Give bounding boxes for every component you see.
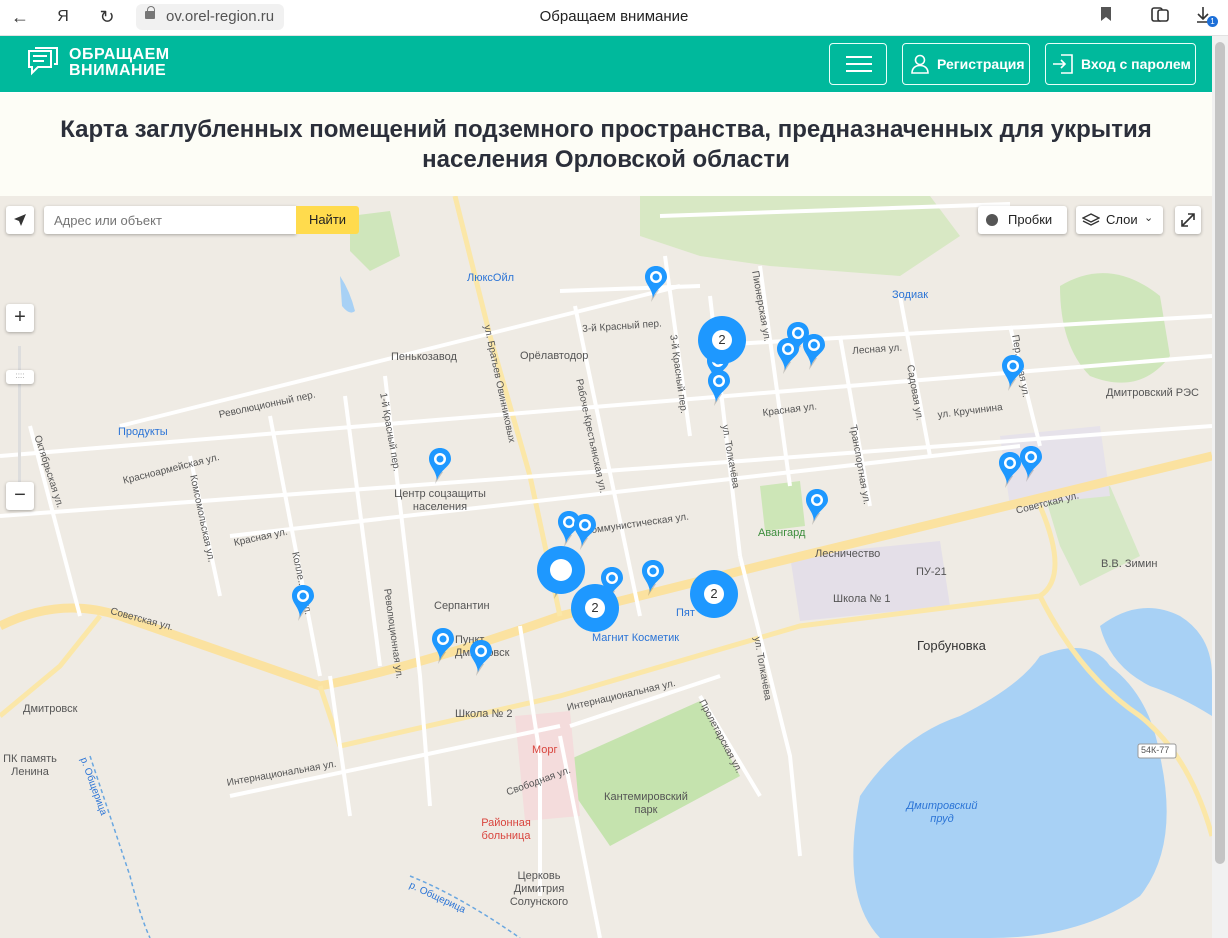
poi-school2[interactable]: Школа № 2 bbox=[455, 708, 512, 720]
fullscreen-button[interactable] bbox=[1175, 206, 1201, 234]
poi-pamyat[interactable]: ПК память Ленина bbox=[0, 753, 60, 779]
shelter-placemark-icon[interactable] bbox=[643, 264, 671, 304]
lock-icon bbox=[145, 6, 155, 19]
shelter-placemark-icon[interactable] bbox=[572, 512, 600, 552]
traffic-button[interactable]: Пробки bbox=[978, 206, 1067, 234]
poi-vv-zimin[interactable]: В.В. Зимин bbox=[1101, 558, 1157, 570]
poi-avangard[interactable]: Авангард bbox=[758, 527, 805, 539]
page-title: Карта заглубленных помещений подземного … bbox=[60, 116, 1152, 173]
bookmark-icon[interactable] bbox=[1100, 6, 1112, 27]
shelter-placemark-icon[interactable] bbox=[1018, 444, 1046, 484]
address-bar[interactable]: ov.orel-region.ru bbox=[136, 4, 285, 30]
label-pond: Дмитровский пруд bbox=[906, 800, 978, 825]
traffic-icon bbox=[986, 214, 998, 226]
poi-pyat[interactable]: Пят bbox=[676, 607, 695, 619]
map-search-input[interactable] bbox=[44, 206, 296, 234]
poi-lyuksoil[interactable]: ЛюксОйл bbox=[467, 272, 514, 284]
register-label: Регистрация bbox=[937, 56, 1025, 72]
menu-line bbox=[846, 63, 872, 65]
shelter-placemark-icon[interactable] bbox=[775, 336, 803, 376]
extensions-icon[interactable] bbox=[1150, 6, 1170, 29]
menu-line bbox=[846, 70, 872, 72]
poi-penkozavod[interactable]: Пенькозавод bbox=[391, 351, 457, 363]
road-badge: 54К-77 bbox=[1141, 745, 1170, 755]
poi-church[interactable]: Церковь Димитрия Солунского bbox=[504, 870, 574, 909]
poi-produkty[interactable]: Продукты bbox=[118, 426, 168, 438]
place-gorbunovka: Горбуновка bbox=[917, 638, 986, 653]
download-count-badge: 1 bbox=[1207, 16, 1218, 27]
geolocation-button[interactable] bbox=[6, 206, 34, 234]
yandex-browser-icon[interactable]: Я bbox=[50, 5, 76, 29]
site-header: ОБРАЩАЕМ ВНИМАНИЕ Регистрация Вход с пар… bbox=[0, 36, 1212, 92]
shelter-placemark-icon[interactable] bbox=[706, 368, 734, 408]
zoom-slider-track[interactable] bbox=[18, 346, 21, 492]
poi-dmitrovsky-res[interactable]: Дмитровский РЭС bbox=[1106, 387, 1199, 399]
poi-zodiak[interactable]: Зодиак bbox=[892, 289, 928, 301]
cluster-count: 2 bbox=[585, 598, 605, 618]
layers-button[interactable]: Слои ⌄ bbox=[1076, 206, 1163, 234]
poi-lesnichestvo[interactable]: Лесничество bbox=[815, 548, 880, 560]
shelter-placemark-icon[interactable] bbox=[427, 446, 455, 486]
poi-magnit[interactable]: Магнит Косметик bbox=[592, 632, 679, 644]
poi-hospital[interactable]: Районная больница bbox=[476, 817, 536, 843]
shelter-placemark-icon[interactable] bbox=[1000, 353, 1028, 393]
shelter-placemark-icon[interactable] bbox=[640, 558, 668, 598]
menu-line bbox=[846, 56, 872, 58]
map-search-button[interactable]: Найти bbox=[296, 206, 359, 234]
cluster-count: 2 bbox=[704, 584, 724, 604]
location-arrow-icon bbox=[14, 214, 26, 226]
chat-logo-icon[interactable] bbox=[26, 47, 60, 79]
title-section: Карта заглубленных помещений подземного … bbox=[0, 93, 1212, 196]
login-button[interactable]: Вход с паролем bbox=[1045, 43, 1196, 85]
traffic-label: Пробки bbox=[1008, 212, 1053, 227]
poi-orelavtodor[interactable]: Орёлавтодор bbox=[520, 350, 588, 362]
cluster-marker[interactable]: 2 bbox=[690, 570, 738, 618]
shelter-placemark-icon[interactable] bbox=[290, 583, 318, 623]
shelter-placemark-icon[interactable] bbox=[430, 626, 458, 666]
login-icon bbox=[1053, 54, 1073, 74]
shelter-placemark-icon[interactable] bbox=[804, 487, 832, 527]
back-arrow-icon[interactable]: ← bbox=[7, 5, 33, 29]
map-container[interactable]: ЛюксОйл Зодиак Пенькозавод Орёлавтодор Д… bbox=[0, 196, 1212, 938]
poi-morg[interactable]: Морг bbox=[532, 744, 558, 756]
site-logo[interactable]: ОБРАЩАЕМ ВНИМАНИЕ bbox=[69, 47, 170, 79]
browser-toolbar: ← Я ↻ ov.orel-region.ru Обращаем внимани… bbox=[0, 0, 1228, 36]
layers-label: Слои bbox=[1106, 212, 1138, 227]
shelter-placemark-icon[interactable] bbox=[801, 332, 829, 372]
register-button[interactable]: Регистрация bbox=[902, 43, 1030, 85]
layers-icon bbox=[1082, 213, 1100, 226]
reload-icon[interactable]: ↻ bbox=[94, 5, 120, 29]
fullscreen-icon bbox=[1181, 213, 1195, 227]
poi-pu21[interactable]: ПУ-21 bbox=[916, 566, 947, 578]
cluster-count: 2 bbox=[712, 330, 732, 350]
poi-park[interactable]: Кантемировский парк bbox=[596, 791, 696, 817]
poi-serpantin[interactable]: Серпантин bbox=[434, 600, 490, 612]
cluster-marker[interactable]: 2 bbox=[571, 584, 619, 632]
user-icon bbox=[911, 54, 929, 74]
page-scrollbar[interactable] bbox=[1212, 36, 1228, 938]
login-label: Вход с паролем bbox=[1081, 56, 1191, 72]
scroll-thumb[interactable] bbox=[1215, 42, 1225, 864]
menu-button[interactable] bbox=[829, 43, 887, 85]
cluster-marker[interactable]: 2 bbox=[698, 316, 746, 364]
url-text: ov.orel-region.ru bbox=[166, 8, 275, 25]
placemark-group-marker[interactable] bbox=[537, 546, 585, 594]
shelter-placemark-icon[interactable] bbox=[468, 638, 496, 678]
logo-line2: ВНИМАНИЕ bbox=[69, 62, 167, 79]
poi-center-soc[interactable]: Центр соцзащиты населения bbox=[392, 488, 488, 514]
zoom-slider-handle[interactable]: :::: bbox=[6, 370, 34, 384]
zoom-in-button[interactable]: + bbox=[6, 304, 34, 332]
place-dmitrovsk: Дмитровск bbox=[23, 703, 78, 715]
logo-line1: ОБРАЩАЕМ bbox=[69, 46, 170, 63]
zoom-out-button[interactable]: − bbox=[6, 482, 34, 510]
poi-school1[interactable]: Школа № 1 bbox=[833, 593, 890, 605]
chevron-down-icon: ⌄ bbox=[1144, 212, 1154, 224]
